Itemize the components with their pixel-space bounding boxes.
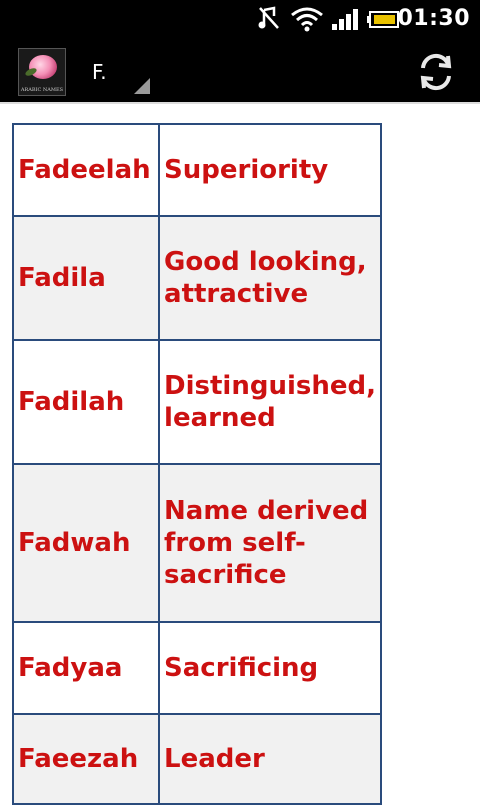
signal-icon xyxy=(332,9,358,30)
table-row[interactable]: Fadila Good looking, attractive xyxy=(11,215,382,341)
meaning-cell: Sacrificing xyxy=(158,621,382,715)
name-cell: Faeezah xyxy=(11,713,161,805)
meaning-cell: Good looking, attractive xyxy=(158,215,382,341)
meaning-cell: Name derived from self-sacrifice xyxy=(158,463,382,623)
table-row[interactable]: Faeezah Leader xyxy=(11,713,382,805)
app-icon-caption: ARABIC NAMES xyxy=(20,87,64,93)
spinner-corner-icon xyxy=(134,78,150,94)
letter-spinner[interactable]: F. xyxy=(88,50,152,94)
wifi-icon xyxy=(291,7,323,32)
name-cell: Fadila xyxy=(11,215,161,341)
name-cell: Fadilah xyxy=(11,339,161,465)
notification-icon xyxy=(258,6,279,29)
name-cell: Fadwah xyxy=(11,463,161,623)
table-row[interactable]: Fadyaa Sacrificing xyxy=(11,621,382,715)
spinner-selected-value: F. xyxy=(92,60,107,84)
refresh-icon[interactable] xyxy=(414,50,458,94)
meaning-cell: Leader xyxy=(158,713,382,805)
action-bar: ARABIC NAMES F. xyxy=(0,38,480,102)
name-cell: Fadyaa xyxy=(11,621,161,715)
table-row[interactable]: Fadilah Distinguished, learned xyxy=(11,339,382,465)
app-logo-icon[interactable]: ARABIC NAMES xyxy=(18,48,66,96)
table-row[interactable]: Fadwah Name derived from self-sacrifice xyxy=(11,463,382,623)
status-time: 01:30 xyxy=(397,6,470,31)
table-row[interactable]: Fadeelah Superiority xyxy=(11,123,382,217)
action-bar-divider xyxy=(0,102,480,104)
meaning-cell: Distinguished, learned xyxy=(158,339,382,465)
names-table: Fadeelah Superiority Fadila Good looking… xyxy=(11,123,382,805)
meaning-cell: Superiority xyxy=(158,123,382,217)
battery-icon xyxy=(367,11,399,28)
status-bar: 01:30 xyxy=(0,0,480,38)
name-cell: Fadeelah xyxy=(11,123,161,217)
